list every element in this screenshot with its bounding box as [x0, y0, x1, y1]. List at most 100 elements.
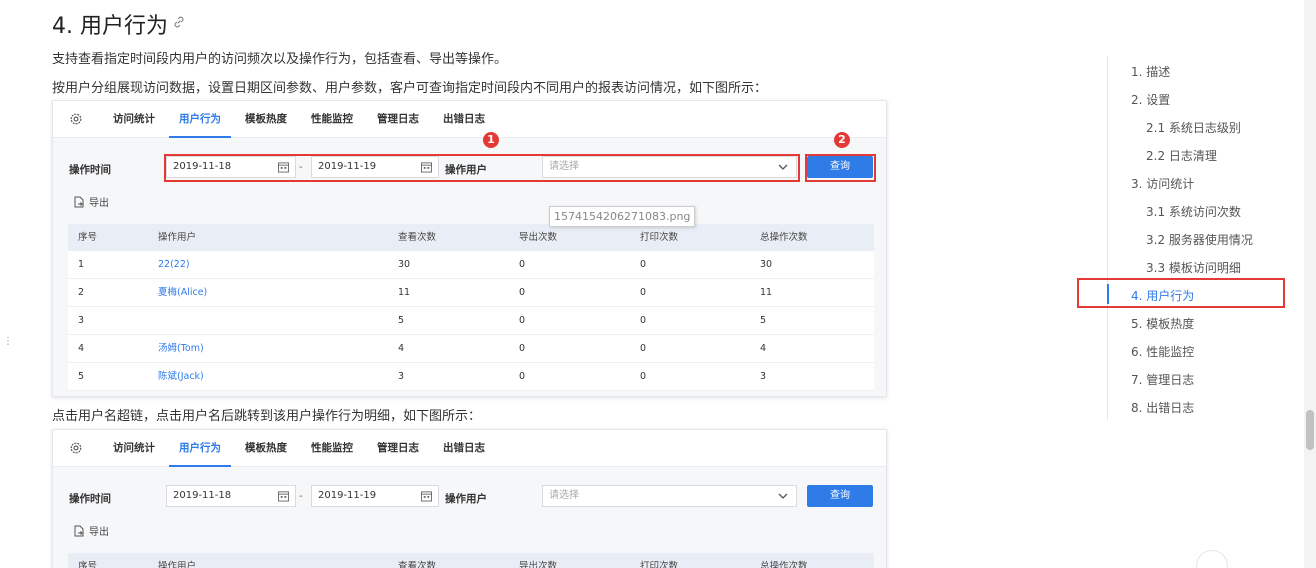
user-link[interactable]: 汤姆(Tom) [158, 335, 204, 362]
cell-total: 11 [760, 287, 773, 298]
toc-item[interactable]: 1. 描述 [1131, 63, 1170, 80]
tab-performance[interactable]: 性能监控 [311, 430, 353, 467]
toc-item[interactable]: 6. 性能监控 [1131, 343, 1194, 360]
user-behavior-table: 序号 操作用户 查看次数 导出次数 打印次数 总操作次数 1 22(22) 30… [68, 224, 874, 391]
tab-visit-stats[interactable]: 访问统计 [113, 101, 155, 138]
intro-paragraph: 支持查看指定时间段内用户的访问频次以及操作行为，包括查看、导出等操作。 [52, 52, 508, 67]
table-row: 4 汤姆(Tom) 4 0 0 4 [68, 335, 874, 363]
query-button[interactable]: 查询 [807, 485, 873, 507]
cell-print: 0 [640, 343, 647, 354]
image-filename-tooltip: 1574154206271083.png [549, 206, 696, 227]
gear-icon[interactable] [69, 112, 83, 126]
tab-error-log[interactable]: 出错日志 [443, 101, 485, 138]
annotation-filter-box [164, 154, 800, 182]
cell-view: 11 [398, 287, 411, 298]
col-total-count: 总操作次数 [760, 232, 808, 243]
tab-visit-stats[interactable]: 访问统计 [113, 430, 155, 467]
description-paragraph: 按用户分组展现访问数据，设置日期区间参数、用户参数，客户可查询指定时间段内不同用… [52, 81, 768, 96]
cell-print: 0 [640, 259, 647, 270]
date-to-input[interactable]: 2019-11-19 [311, 485, 439, 507]
anchor-link-icon[interactable] [172, 15, 186, 29]
table-header-row: 序号 操作用户 查看次数 导出次数 打印次数 总操作次数 [68, 224, 874, 251]
drag-handle-icon[interactable]: ⋮ [3, 337, 13, 347]
time-label: 操作时间 [69, 493, 111, 505]
toc-item[interactable]: 3.1 系统访问次数 [1146, 203, 1241, 220]
toc-item[interactable]: 2.2 日志清理 [1146, 147, 1217, 164]
tab-performance[interactable]: 性能监控 [311, 101, 353, 138]
export-button[interactable]: 导出 [73, 194, 109, 209]
annotation-query-box [805, 154, 876, 182]
tab-user-behavior[interactable]: 用户行为 [169, 430, 231, 467]
time-label: 操作时间 [69, 164, 111, 176]
calendar-icon[interactable] [421, 490, 432, 502]
toc-item[interactable]: 3.3 模板访问明细 [1146, 259, 1241, 276]
cell-index: 5 [78, 371, 85, 382]
cell-view: 4 [398, 343, 405, 354]
col-print-count: 打印次数 [640, 232, 679, 243]
gear-icon[interactable] [69, 441, 83, 455]
screenshot-user-detail: 访问统计 用户行为 模板热度 性能监控 管理日志 出错日志 操作时间 2019-… [52, 429, 887, 568]
tab-bar: 访问统计 用户行为 模板热度 性能监控 管理日志 出错日志 [53, 101, 886, 138]
table-row: 2 夏梅(Alice) 11 0 0 11 [68, 279, 874, 307]
cell-total: 5 [760, 315, 767, 326]
toc-item[interactable]: 2. 设置 [1131, 91, 1170, 108]
toc-item[interactable]: 8. 出错日志 [1131, 399, 1194, 416]
table-row: 3 5 0 0 5 [68, 307, 874, 335]
help-doc-page: ⋮ 4. 用户行为 支持查看指定时间段内用户的访问频次以及操作行为，包括查看、导… [0, 0, 1316, 568]
toc-item[interactable]: 2.1 系统日志级别 [1146, 119, 1241, 136]
tab-user-behavior[interactable]: 用户行为 [169, 101, 231, 138]
table-row: 5 陈斌(Jack) 3 0 0 3 [68, 363, 874, 391]
scrollbar-thumb[interactable] [1306, 410, 1314, 450]
cell-total: 30 [760, 259, 773, 270]
cell-print: 0 [640, 371, 647, 382]
filter-and-table: 操作时间 2019-11-18 - 2019-11-19 操作用户 请选择 查询 [53, 467, 886, 568]
table-of-contents: 1. 描述 2. 设置 2.1 系统日志级别 2.2 日志清理 3. 访问统计 … [1107, 56, 1287, 420]
cell-export: 0 [519, 343, 526, 354]
tab-template-heat[interactable]: 模板热度 [245, 101, 287, 138]
annotation-badge-1: 1 [483, 132, 499, 148]
col-index: 序号 [78, 232, 98, 243]
user-behavior-table: 序号 操作用户 查看次数 导出次数 打印次数 总操作次数 [68, 553, 874, 568]
cell-export: 0 [519, 371, 526, 382]
cell-export: 0 [519, 315, 526, 326]
col-export-count: 导出次数 [519, 561, 558, 568]
link-paragraph: 点击用户名超链，点击用户名后跳转到该用户操作行为明细，如下图所示： [52, 409, 482, 424]
cell-index: 1 [78, 259, 85, 270]
user-select[interactable]: 请选择 [542, 485, 797, 507]
col-view-count: 查看次数 [398, 561, 437, 568]
tab-admin-log[interactable]: 管理日志 [377, 101, 419, 138]
toc-item[interactable]: 5. 模板热度 [1131, 315, 1194, 332]
scrollbar-track[interactable] [1304, 0, 1316, 568]
cell-view: 5 [398, 315, 405, 326]
user-label: 操作用户 [445, 493, 487, 505]
calendar-icon[interactable] [278, 490, 289, 502]
tab-admin-log[interactable]: 管理日志 [377, 430, 419, 467]
tab-template-heat[interactable]: 模板热度 [245, 430, 287, 467]
col-user: 操作用户 [158, 561, 197, 568]
export-icon [74, 525, 84, 537]
user-link[interactable]: 陈斌(Jack) [158, 363, 204, 390]
date-range-dash: - [299, 491, 303, 502]
chevron-down-icon[interactable] [778, 491, 788, 501]
export-label: 导出 [89, 527, 109, 538]
toc-item[interactable]: 7. 管理日志 [1131, 371, 1194, 388]
table-header-row: 序号 操作用户 查看次数 导出次数 打印次数 总操作次数 [68, 553, 874, 568]
toc-item[interactable]: 3.2 服务器使用情况 [1146, 231, 1253, 248]
back-to-top-button[interactable] [1196, 550, 1228, 568]
col-user: 操作用户 [158, 232, 197, 243]
cell-export: 0 [519, 259, 526, 270]
export-button[interactable]: 导出 [73, 523, 109, 538]
cell-view: 30 [398, 259, 411, 270]
user-link[interactable]: 夏梅(Alice) [158, 279, 207, 306]
tab-error-log[interactable]: 出错日志 [443, 430, 485, 467]
toc-item[interactable]: 3. 访问统计 [1131, 175, 1194, 192]
user-link[interactable]: 22(22) [158, 251, 190, 278]
screenshot-user-behavior: 访问统计 用户行为 模板热度 性能监控 管理日志 出错日志 操作时间 2019-… [52, 100, 887, 397]
cell-index: 3 [78, 315, 85, 326]
table-row: 1 22(22) 30 0 0 30 [68, 251, 874, 279]
export-label: 导出 [89, 198, 109, 209]
cell-export: 0 [519, 287, 526, 298]
cell-view: 3 [398, 371, 405, 382]
date-from-input[interactable]: 2019-11-18 [166, 485, 296, 507]
export-icon [74, 196, 84, 208]
